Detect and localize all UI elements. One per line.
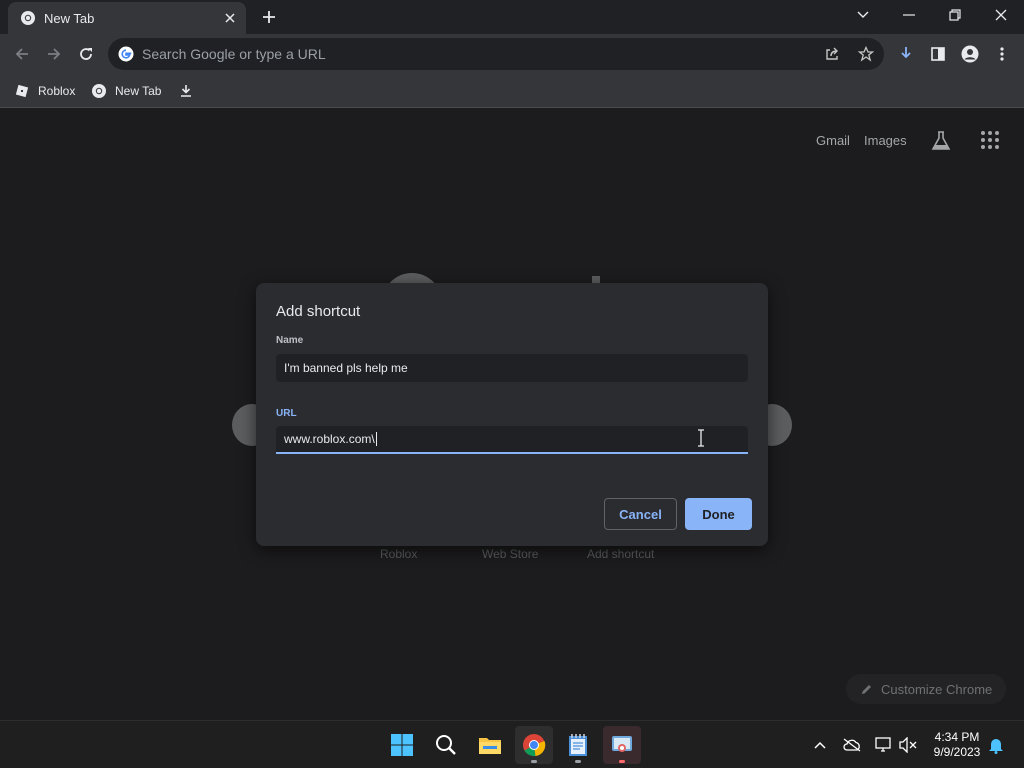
tab-strip: New Tab — [0, 0, 1024, 34]
bookmark-download[interactable] — [178, 81, 202, 101]
images-link[interactable]: Images — [864, 133, 907, 148]
windows-start-icon[interactable] — [383, 726, 421, 764]
taskbar: 4:34 PM 9/9/2023 — [0, 720, 1024, 768]
profile-icon[interactable] — [956, 40, 984, 68]
google-icon — [118, 46, 134, 62]
add-shortcut-dialog: Add shortcut Name I'm banned pls help me… — [256, 283, 768, 546]
forward-button[interactable] — [40, 40, 68, 68]
reload-button[interactable] — [72, 40, 100, 68]
dialog-title: Add shortcut — [276, 303, 361, 320]
tab-search-button[interactable] — [840, 0, 886, 30]
running-indicator — [619, 760, 625, 763]
bookmark-roblox[interactable]: Roblox — [14, 81, 75, 101]
roblox-icon — [14, 83, 30, 99]
customize-chrome-button[interactable]: Customize Chrome — [846, 674, 1006, 704]
text-caret — [375, 432, 377, 446]
running-indicator — [531, 760, 537, 763]
new-tab-button[interactable] — [258, 6, 280, 28]
apps-grid-icon[interactable] — [980, 130, 1000, 150]
gmail-link[interactable]: Gmail — [816, 133, 850, 148]
address-bar[interactable]: Search Google or type a URL — [108, 38, 884, 70]
clock-date: 9/9/2023 — [933, 745, 981, 759]
notepad-icon[interactable] — [559, 726, 597, 764]
customize-chrome-label: Customize Chrome — [881, 681, 993, 697]
file-explorer-icon[interactable] — [471, 726, 509, 764]
bookmarks-bar: Roblox New Tab — [0, 74, 1024, 108]
ibeam-cursor-icon — [696, 429, 706, 447]
tab-title: New Tab — [44, 10, 95, 26]
shortcut-add-label[interactable]: Add shortcut — [587, 547, 654, 561]
bookmark-label: New Tab — [115, 84, 162, 98]
tab-new-tab[interactable]: New Tab — [8, 2, 246, 34]
download-icon[interactable] — [892, 40, 920, 68]
bookmark-label: Roblox — [38, 84, 76, 98]
volume-muted-icon[interactable] — [898, 735, 918, 755]
name-input[interactable]: I'm banned pls help me — [276, 354, 748, 382]
url-input[interactable]: www.roblox.com\ — [276, 426, 748, 454]
address-bar-placeholder: Search Google or type a URL — [142, 46, 326, 62]
cloud-offline-icon[interactable] — [842, 735, 862, 755]
cancel-button[interactable]: Cancel — [604, 498, 677, 530]
chrome-taskbar-icon[interactable] — [515, 726, 553, 764]
clock-time: 4:34 PM — [934, 730, 980, 744]
name-input-value: I'm banned pls help me — [284, 361, 408, 375]
system-clock[interactable]: 4:34 PM 9/9/2023 — [924, 730, 990, 760]
minimize-button[interactable] — [886, 0, 932, 30]
chevron-up-icon[interactable] — [810, 735, 830, 755]
close-window-button[interactable] — [978, 0, 1024, 30]
chrome-icon — [20, 10, 36, 26]
toolbar: Search Google or type a URL — [0, 34, 1024, 74]
shortcut-roblox-label[interactable]: Roblox — [380, 547, 417, 561]
notification-bell-icon[interactable] — [986, 735, 1006, 755]
share-icon[interactable] — [822, 44, 842, 64]
bookmark-new-tab[interactable]: New Tab — [91, 81, 161, 101]
side-panel-icon[interactable] — [924, 40, 952, 68]
done-button[interactable]: Done — [685, 498, 752, 530]
chrome-icon — [91, 83, 107, 99]
running-indicator — [575, 760, 581, 763]
back-button[interactable] — [8, 40, 36, 68]
shortcut-webstore-label[interactable]: Web Store — [482, 547, 538, 561]
network-icon[interactable] — [874, 735, 894, 755]
pencil-icon — [860, 683, 873, 696]
restore-button[interactable] — [932, 0, 978, 30]
bookmark-star-icon[interactable] — [856, 44, 876, 64]
menu-dots-icon[interactable] — [988, 40, 1016, 68]
search-icon[interactable] — [427, 726, 465, 764]
name-label: Name — [276, 335, 304, 346]
url-label: URL — [276, 408, 297, 419]
url-input-value: www.roblox.com\ — [284, 432, 375, 446]
download-icon — [178, 83, 194, 99]
close-tab-icon[interactable] — [222, 10, 238, 26]
app-taskbar-icon[interactable] — [603, 726, 641, 764]
labs-flask-icon[interactable] — [930, 130, 952, 152]
